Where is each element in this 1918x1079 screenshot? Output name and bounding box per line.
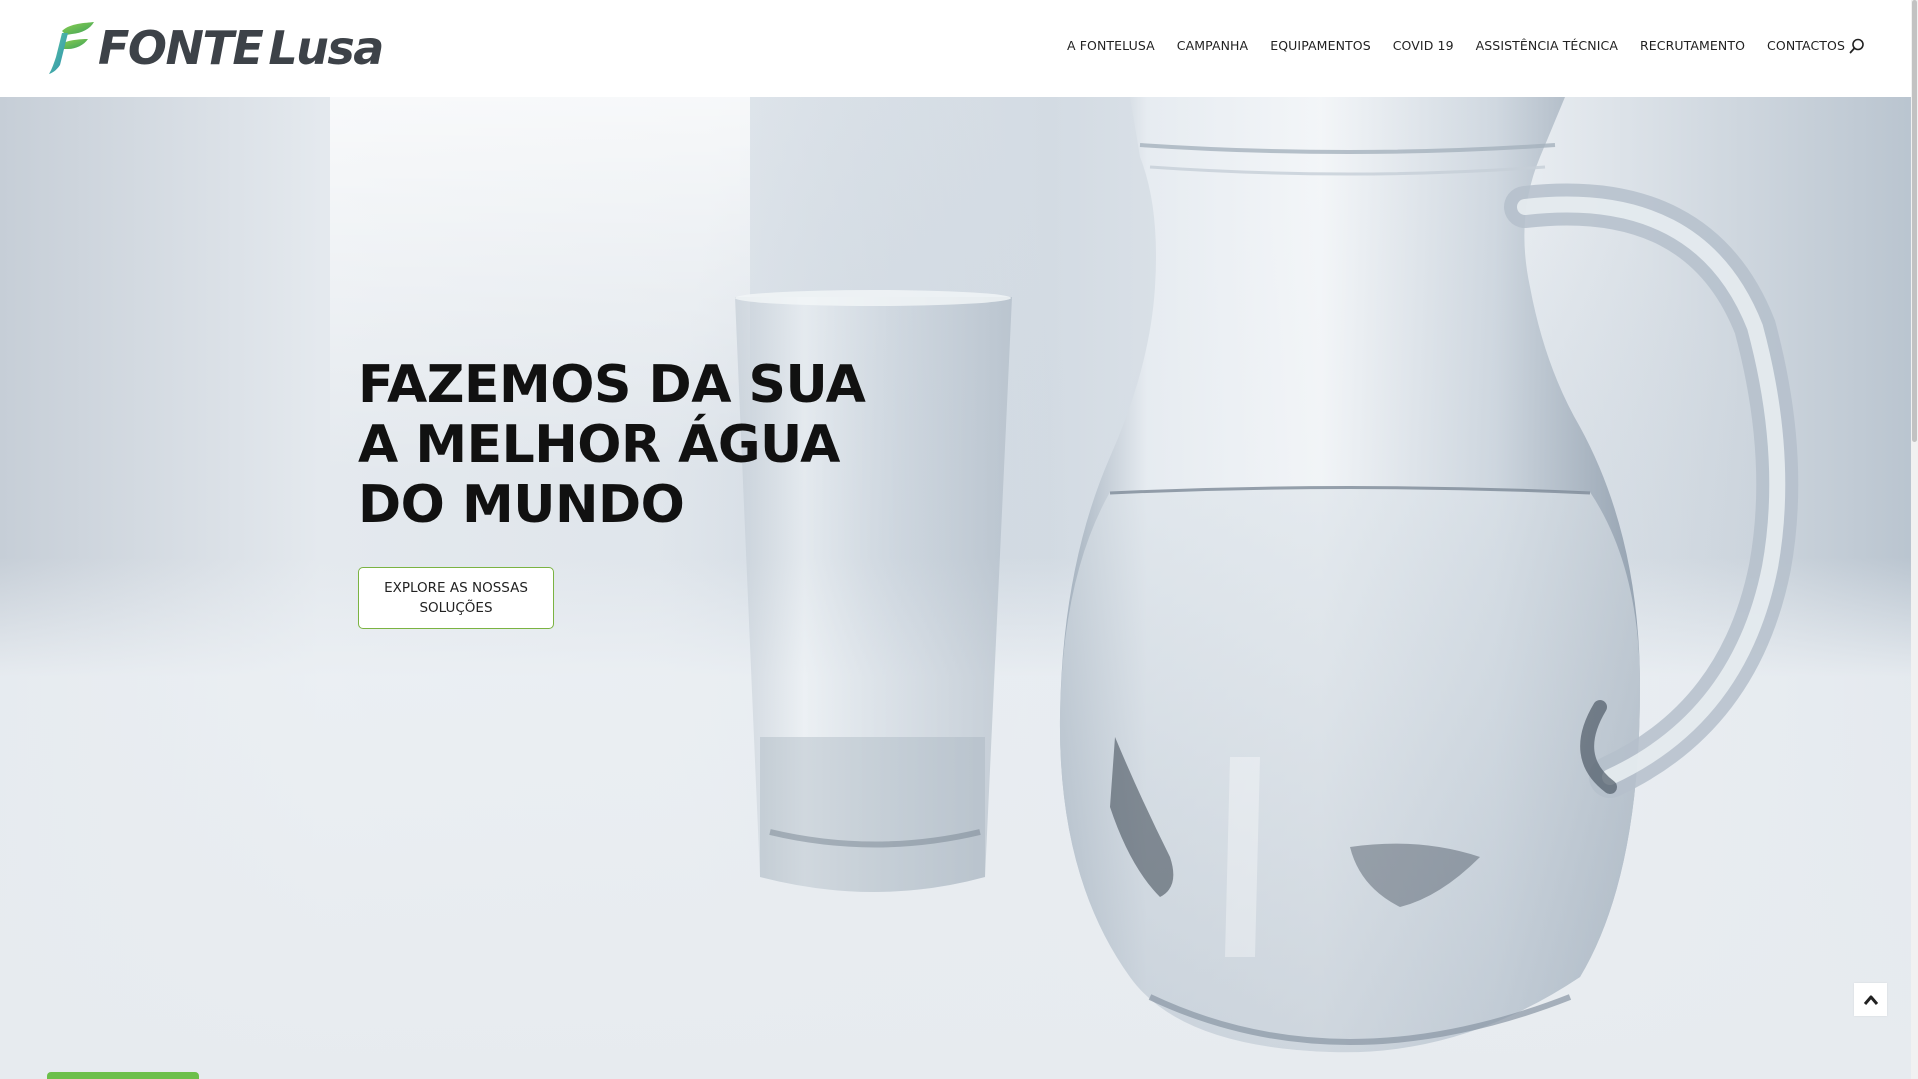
- chevron-up-icon: [1863, 995, 1878, 1005]
- nav-item-campanha[interactable]: CAMPANHA: [1177, 38, 1248, 53]
- search-icon: [1849, 38, 1864, 54]
- nav-item-a-fontelusa[interactable]: A FONTELUSA: [1067, 38, 1155, 53]
- logo-text-fonte: FONTE: [98, 21, 264, 75]
- nav-item-contactos[interactable]: CONTACTOS: [1767, 38, 1845, 53]
- search-button[interactable]: [1848, 37, 1866, 55]
- explore-solutions-button[interactable]: EXPLORE AS NOSSAS SOLUÇÕES: [358, 567, 554, 629]
- nav-item-equipamentos[interactable]: EQUIPAMENTOS: [1270, 38, 1371, 53]
- scroll-to-top-button[interactable]: [1854, 983, 1887, 1016]
- hero-headline-line-1: FAZEMOS DA SUA: [358, 355, 866, 415]
- nav-item-covid-19[interactable]: COVID 19: [1393, 38, 1454, 53]
- scrollbar-thumb[interactable]: [1912, 0, 1917, 442]
- leaf-f-logo-icon: [49, 22, 94, 74]
- nav-item-assistencia-tecnica[interactable]: ASSISTÊNCIA TÉCNICA: [1476, 38, 1618, 53]
- bottom-green-tab[interactable]: [47, 1072, 199, 1079]
- hero-section: FAZEMOS DA SUA A MELHOR ÁGUA DO MUNDO EX…: [0, 97, 1918, 1079]
- nav-item-recrutamento[interactable]: RECRUTAMENTO: [1640, 38, 1745, 53]
- hero-headline-line-3: DO MUNDO: [358, 475, 685, 535]
- hero-headline-line-2: A MELHOR ÁGUA: [358, 415, 840, 475]
- site-logo[interactable]: FONTE Lusa: [48, 20, 384, 76]
- glass-and-water-jug-image: [735, 97, 1799, 1053]
- hero-headline: FAZEMOS DA SUA A MELHOR ÁGUA DO MUNDO: [358, 355, 878, 535]
- main-navigation: A FONTELUSA CAMPANHA EQUIPAMENTOS COVID …: [1067, 38, 1867, 53]
- logo-text-lusa: Lusa: [268, 21, 384, 75]
- page-scrollbar[interactable]: [1911, 0, 1918, 1079]
- site-header: FONTE Lusa A FONTELUSA CAMPANHA EQUIPAME…: [0, 0, 1918, 97]
